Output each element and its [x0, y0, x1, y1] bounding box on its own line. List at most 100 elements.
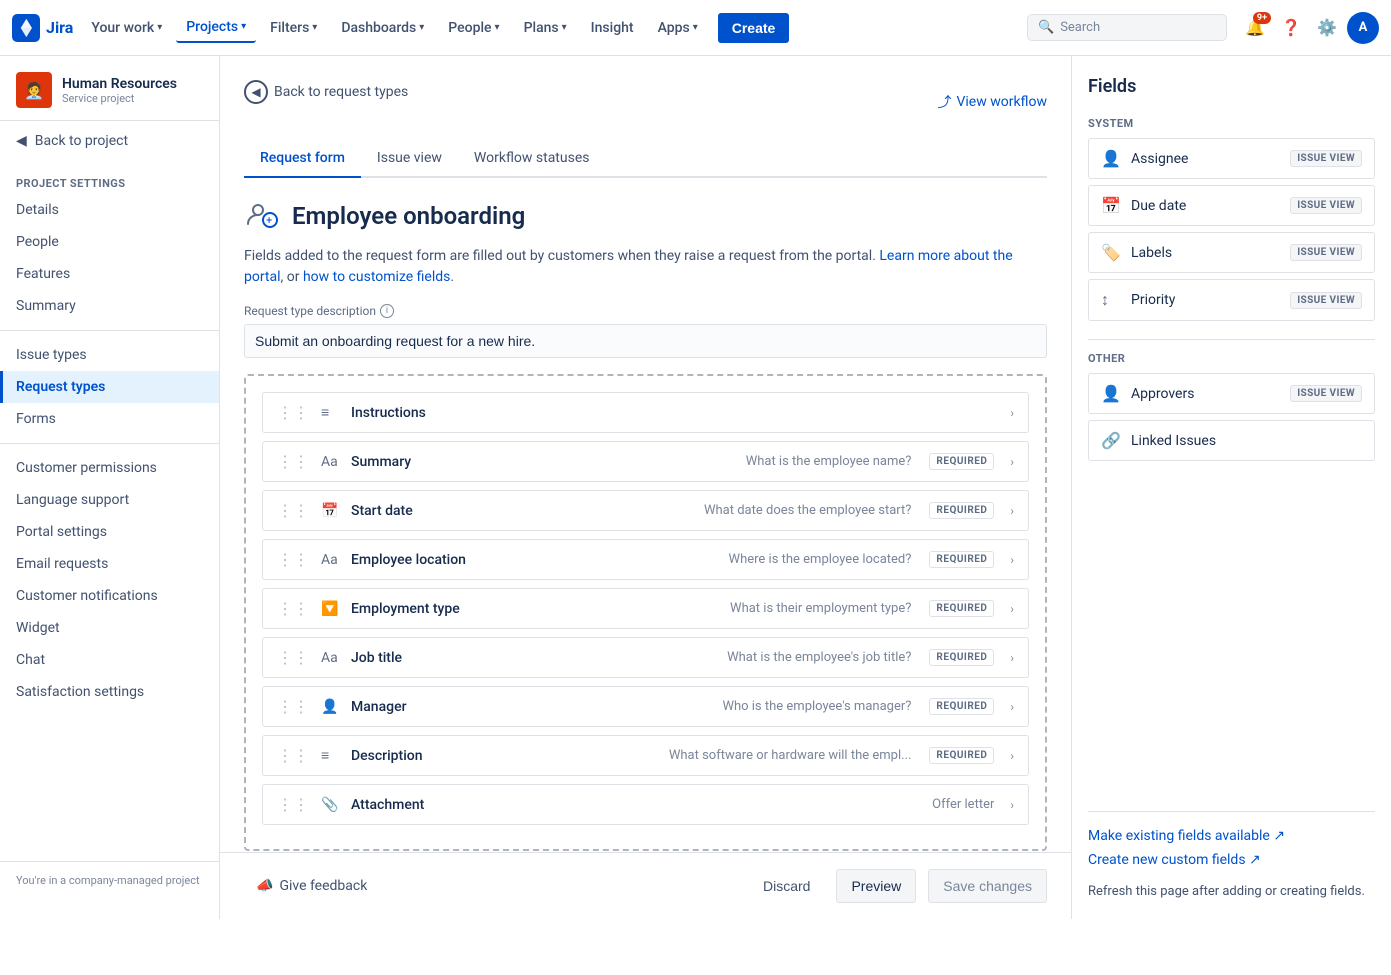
- chevron-right-icon: ›: [1010, 749, 1014, 763]
- panel-field-assignee[interactable]: 👤 Assignee ISSUE VIEW: [1088, 138, 1375, 179]
- priority-icon: ↕: [1101, 290, 1121, 310]
- drag-handle-icon: ⋮⋮: [277, 403, 309, 422]
- sidebar-item-request-types[interactable]: Request types: [0, 371, 219, 403]
- nav-your-work[interactable]: Your work ▾: [81, 14, 172, 42]
- drag-handle-icon: ⋮⋮: [277, 746, 309, 765]
- discard-button[interactable]: Discard: [749, 870, 824, 902]
- sidebar-item-widget[interactable]: Widget: [0, 612, 219, 644]
- required-badge: REQUIRED: [929, 600, 994, 617]
- sidebar-item-issue-types[interactable]: Issue types: [0, 339, 219, 371]
- svg-text:+: +: [266, 214, 272, 227]
- panel-field-priority[interactable]: ↕ Priority ISSUE VIEW: [1088, 279, 1375, 321]
- drag-handle-icon: ⋮⋮: [277, 550, 309, 569]
- tab-workflow-statuses[interactable]: Workflow statuses: [458, 140, 606, 178]
- labels-icon: 🏷️: [1101, 243, 1121, 262]
- nav-dashboards[interactable]: Dashboards ▾: [331, 14, 434, 42]
- nav-icon-group: 🔔 9+ ❓ ⚙️ A: [1239, 12, 1379, 44]
- field-row-job-title[interactable]: ⋮⋮ Aa Job title What is the employee's j…: [262, 637, 1029, 678]
- panel-field-due-date[interactable]: 📅 Due date ISSUE VIEW: [1088, 185, 1375, 226]
- panel-bottom-links: Make existing fields available ↗ Create …: [1088, 811, 1375, 899]
- preview-button[interactable]: Preview: [836, 869, 916, 903]
- field-row-employee-location[interactable]: ⋮⋮ Aa Employee location Where is the emp…: [262, 539, 1029, 580]
- customize-fields-link[interactable]: how to customize fields: [303, 269, 450, 285]
- field-hint-employee-location: Where is the employee located?: [544, 552, 911, 567]
- drag-handle-icon: ⋮⋮: [277, 648, 309, 667]
- field-label-labels: Labels: [1131, 245, 1280, 261]
- sidebar-item-email-requests[interactable]: Email requests: [0, 548, 219, 580]
- field-label-linked-issues: Linked Issues: [1131, 433, 1362, 449]
- sidebar-item-forms[interactable]: Forms: [0, 403, 219, 435]
- tab-request-form[interactable]: Request form: [244, 140, 361, 178]
- feedback-icon: 📣: [256, 878, 273, 894]
- sidebar-item-customer-permissions[interactable]: Customer permissions: [0, 452, 219, 484]
- nav-plans[interactable]: Plans ▾: [514, 14, 577, 42]
- sidebar-project-header: 🧑‍💼 Human Resources Service project: [0, 56, 219, 121]
- field-name-manager: Manager: [351, 699, 534, 715]
- field-row-manager[interactable]: ⋮⋮ 👤 Manager Who is the employee's manag…: [262, 686, 1029, 727]
- field-name-summary: Summary: [351, 454, 534, 470]
- sidebar-item-language-support[interactable]: Language support: [0, 484, 219, 516]
- create-button[interactable]: Create: [718, 13, 790, 43]
- page-title-row: + Employee onboarding: [244, 198, 1047, 234]
- request-type-description-input[interactable]: [244, 324, 1047, 358]
- field-label-assignee: Assignee: [1131, 151, 1280, 167]
- chevron-right-icon: ›: [1010, 553, 1014, 567]
- sidebar-item-details[interactable]: Details: [0, 194, 219, 226]
- field-row-attachment[interactable]: ⋮⋮ 📎 Attachment Offer letter ›: [262, 784, 1029, 825]
- chevron-down-icon: ▾: [562, 22, 567, 33]
- field-hint-attachment: Offer letter: [572, 797, 994, 812]
- chevron-right-icon: ›: [1010, 406, 1014, 420]
- chevron-down-icon: ▾: [312, 22, 317, 33]
- sidebar-item-features[interactable]: Features: [0, 258, 219, 290]
- sidebar-item-chat[interactable]: Chat: [0, 644, 219, 676]
- required-badge: REQUIRED: [929, 747, 994, 764]
- panel-field-approvers[interactable]: 👤 Approvers ISSUE VIEW: [1088, 373, 1375, 414]
- drag-handle-icon: ⋮⋮: [277, 795, 309, 814]
- tab-issue-view[interactable]: Issue view: [361, 140, 458, 178]
- nav-insight[interactable]: Insight: [581, 14, 644, 42]
- make-fields-available-link[interactable]: Make existing fields available ↗: [1088, 828, 1375, 844]
- chevron-right-icon: ›: [1010, 602, 1014, 616]
- field-row-summary[interactable]: ⋮⋮ Aa Summary What is the employee name?…: [262, 441, 1029, 482]
- linked-issues-icon: 🔗: [1101, 431, 1121, 450]
- drag-handle-icon: ⋮⋮: [277, 501, 309, 520]
- nav-people[interactable]: People ▾: [438, 14, 509, 42]
- avatar[interactable]: A: [1347, 12, 1379, 44]
- back-to-request-types[interactable]: ◀ Back to request types: [244, 80, 408, 104]
- jira-logo-icon: [12, 14, 40, 42]
- save-changes-button[interactable]: Save changes: [928, 869, 1047, 903]
- field-hint-manager: Who is the employee's manager?: [544, 699, 911, 714]
- panel-field-labels[interactable]: 🏷️ Labels ISSUE VIEW: [1088, 232, 1375, 273]
- logo[interactable]: Jira: [12, 14, 73, 42]
- settings-button[interactable]: ⚙️: [1311, 12, 1343, 44]
- sidebar-item-summary[interactable]: Summary: [0, 290, 219, 322]
- issue-view-tag: ISSUE VIEW: [1290, 292, 1362, 309]
- drag-handle-icon: ⋮⋮: [277, 599, 309, 618]
- field-row-start-date[interactable]: ⋮⋮ 📅 Start date What date does the emplo…: [262, 490, 1029, 531]
- nav-apps[interactable]: Apps ▾: [648, 14, 708, 42]
- sidebar-item-portal-settings[interactable]: Portal settings: [0, 516, 219, 548]
- project-name: Human Resources: [62, 76, 177, 92]
- sidebar-item-people[interactable]: People: [0, 226, 219, 258]
- tabs-bar: Request form Issue view Workflow statuse…: [244, 140, 1047, 178]
- assignee-icon: 👤: [1101, 149, 1121, 168]
- field-label-approvers: Approvers: [1131, 386, 1280, 402]
- sidebar-item-satisfaction-settings[interactable]: Satisfaction settings: [0, 676, 219, 708]
- notifications-button[interactable]: 🔔 9+: [1239, 12, 1271, 44]
- field-row-instructions[interactable]: ⋮⋮ ≡ Instructions ›: [262, 392, 1029, 433]
- search-box[interactable]: 🔍 Search: [1027, 14, 1227, 41]
- sidebar-item-customer-notifications[interactable]: Customer notifications: [0, 580, 219, 612]
- create-custom-fields-link[interactable]: Create new custom fields ↗: [1088, 852, 1375, 868]
- nav-projects[interactable]: Projects ▾: [176, 13, 256, 43]
- chevron-right-icon: ›: [1010, 700, 1014, 714]
- panel-divider: [1088, 339, 1375, 340]
- required-badge: REQUIRED: [929, 502, 994, 519]
- panel-field-linked-issues[interactable]: 🔗 Linked Issues: [1088, 420, 1375, 461]
- field-row-employment-type[interactable]: ⋮⋮ 🔽 Employment type What is their emplo…: [262, 588, 1029, 629]
- help-button[interactable]: ❓: [1275, 12, 1307, 44]
- give-feedback-button[interactable]: 📣 Give feedback: [244, 870, 379, 902]
- nav-filters[interactable]: Filters ▾: [260, 14, 327, 42]
- back-to-project[interactable]: ◀ Back to project: [0, 121, 219, 161]
- view-workflow-button[interactable]: ⤴ View workflow: [937, 92, 1047, 112]
- field-row-description[interactable]: ⋮⋮ ≡ Description What software or hardwa…: [262, 735, 1029, 776]
